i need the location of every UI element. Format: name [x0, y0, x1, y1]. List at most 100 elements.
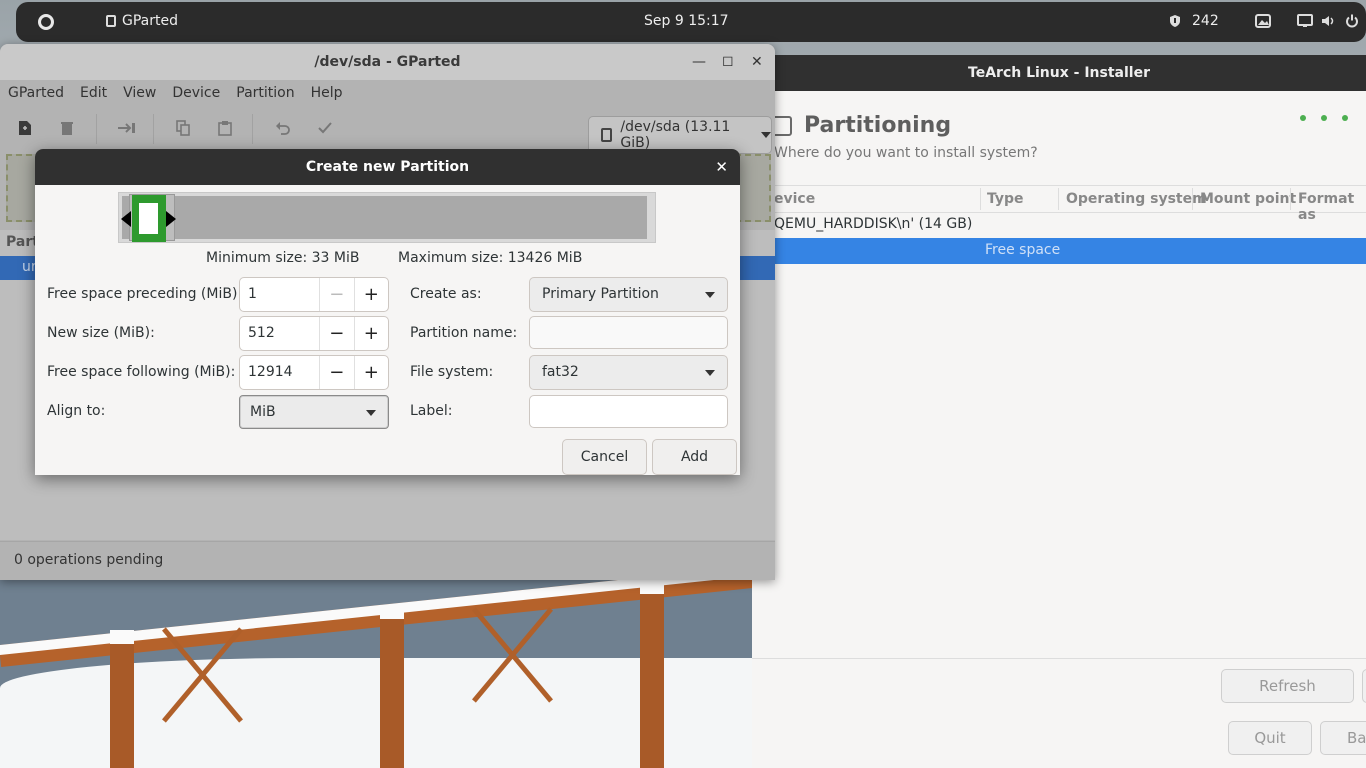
wallpaper [0, 575, 760, 768]
shield-icon[interactable] [1168, 14, 1182, 28]
status-bar: 0 operations pending [0, 541, 775, 580]
partition-name-field[interactable] [529, 316, 728, 349]
progress-dot [1342, 115, 1348, 121]
new-size-plus-button[interactable]: + [355, 317, 389, 350]
resize-right-handle[interactable] [166, 211, 176, 227]
column-operating-system[interactable]: Operating system [1066, 191, 1207, 207]
menu-partition[interactable]: Partition [228, 80, 302, 108]
back-button[interactable]: Bac [1320, 721, 1366, 755]
disk-icon [601, 128, 613, 142]
undo-icon[interactable] [275, 120, 291, 136]
file-system-select[interactable]: fat32 [529, 355, 728, 390]
menu-device[interactable]: Device [164, 80, 228, 108]
installer-subheading: Where do you want to install system? [774, 145, 1038, 161]
power-icon[interactable] [1345, 14, 1359, 28]
align-to-select[interactable]: MiB [239, 395, 389, 429]
preceding-input[interactable]: 1 [240, 278, 320, 311]
quit-button[interactable]: Quit [1228, 721, 1312, 755]
minimum-size: Minimum size: 33 MiB [206, 250, 360, 266]
column-type[interactable]: Type [987, 191, 1024, 207]
new-partition-block[interactable] [121, 194, 176, 242]
chevron-down-icon [366, 410, 376, 416]
free-space-cell: Free space [985, 242, 1061, 258]
gparted-titlebar[interactable]: /dev/sda - GParted [0, 44, 775, 80]
preceding-stepper: 1 − + [239, 277, 389, 312]
volume-icon[interactable] [1321, 14, 1335, 28]
menu-view[interactable]: View [115, 80, 164, 108]
partition-size-bar[interactable] [118, 192, 656, 243]
menu-edit[interactable]: Edit [72, 80, 115, 108]
display-icon[interactable] [1296, 14, 1313, 28]
dialog-title[interactable]: Create new Partition [35, 149, 740, 185]
installer-window: TeArch Linux - Installer Partitioning Wh… [752, 55, 1366, 768]
apply-icon[interactable] [317, 120, 333, 136]
table-row[interactable]: QEMU_HARDDISK\n' (14 GB) [774, 216, 972, 232]
preceding-label: Free space preceding (MiB): [47, 286, 243, 302]
image-icon[interactable] [1254, 14, 1271, 28]
installer-titlebar[interactable]: TeArch Linux - Installer [752, 55, 1366, 91]
delete-icon[interactable] [59, 120, 75, 136]
cancel-button[interactable]: Cancel [562, 439, 647, 475]
add-button[interactable]: Add [652, 439, 737, 475]
clock[interactable]: Sep 9 15:17 [644, 13, 729, 29]
create-as-value: Primary Partition [542, 286, 659, 302]
maximum-size: Maximum size: 13426 MiB [398, 250, 583, 266]
menu-gparted[interactable]: GParted [0, 80, 72, 108]
column-format-as[interactable]: Format as [1298, 191, 1366, 223]
menu-bar: GParted Edit View Device Partition Help [0, 80, 775, 108]
divider [752, 658, 1366, 659]
table-row-selected[interactable]: Free space [752, 238, 1366, 264]
wallpaper-post [640, 580, 664, 768]
align-label: Align to: [47, 403, 106, 419]
resize-move-icon[interactable] [117, 120, 137, 136]
create-as-select[interactable]: Primary Partition [529, 277, 728, 312]
label-label: Label: [410, 403, 453, 419]
tray-count: 242 [1192, 13, 1219, 29]
label-field[interactable] [529, 395, 728, 428]
paste-icon[interactable] [217, 120, 233, 136]
partition-table-header: evice Type Operating system Mount point … [752, 185, 1366, 223]
new-size-minus-button[interactable]: − [320, 317, 355, 350]
following-stepper: 12914 − + [239, 355, 389, 390]
copy-icon[interactable] [175, 120, 191, 136]
partition-column-header[interactable]: Part [6, 234, 39, 250]
focused-app-name: GParted [122, 13, 178, 29]
activities-icon[interactable] [38, 14, 54, 30]
maximize-icon[interactable]: ◻ [722, 53, 734, 69]
new-partition-icon[interactable] [17, 120, 33, 136]
system-tray[interactable]: 242 [1168, 13, 1359, 29]
following-minus-button[interactable]: − [320, 356, 355, 389]
new-size-label: New size (MiB): [47, 325, 155, 341]
wallpaper-post [110, 630, 134, 768]
wallpaper-post [380, 605, 404, 768]
toolbar: /dev/sda (13.11 GiB) [0, 108, 775, 154]
new-size-stepper: 512 − + [239, 316, 389, 351]
following-label: Free space following (MiB): [47, 364, 236, 380]
following-plus-button[interactable]: + [355, 356, 389, 389]
following-input[interactable]: 12914 [240, 356, 320, 389]
preceding-plus-button[interactable]: + [355, 278, 389, 311]
refresh-button[interactable]: Refresh [1221, 669, 1354, 703]
chevron-down-icon [705, 370, 715, 376]
close-icon[interactable]: ✕ [715, 158, 728, 176]
chevron-down-icon [761, 132, 771, 138]
top-bar: GParted Sep 9 15:17 242 [16, 2, 1366, 42]
minimize-icon[interactable]: — [692, 54, 706, 70]
align-to-value: MiB [250, 404, 276, 420]
hard-disk-icon [772, 116, 792, 136]
preceding-minus-button[interactable]: − [320, 278, 355, 311]
operations-pending: 0 operations pending [14, 552, 164, 568]
unallocated-space [122, 196, 647, 239]
create-as-label: Create as: [410, 286, 482, 302]
file-system-label: File system: [410, 364, 494, 380]
next-partial-button[interactable] [1362, 669, 1366, 703]
column-mount-point[interactable]: Mount point [1200, 191, 1296, 207]
close-icon[interactable]: ✕ [751, 54, 763, 70]
resize-left-handle[interactable] [121, 211, 131, 227]
focused-app-indicator[interactable]: GParted [106, 13, 178, 29]
gparted-app-icon [106, 15, 116, 27]
progress-dot [1321, 115, 1327, 121]
column-device[interactable]: evice [774, 191, 815, 207]
new-size-input[interactable]: 512 [240, 317, 320, 350]
menu-help[interactable]: Help [303, 80, 351, 108]
